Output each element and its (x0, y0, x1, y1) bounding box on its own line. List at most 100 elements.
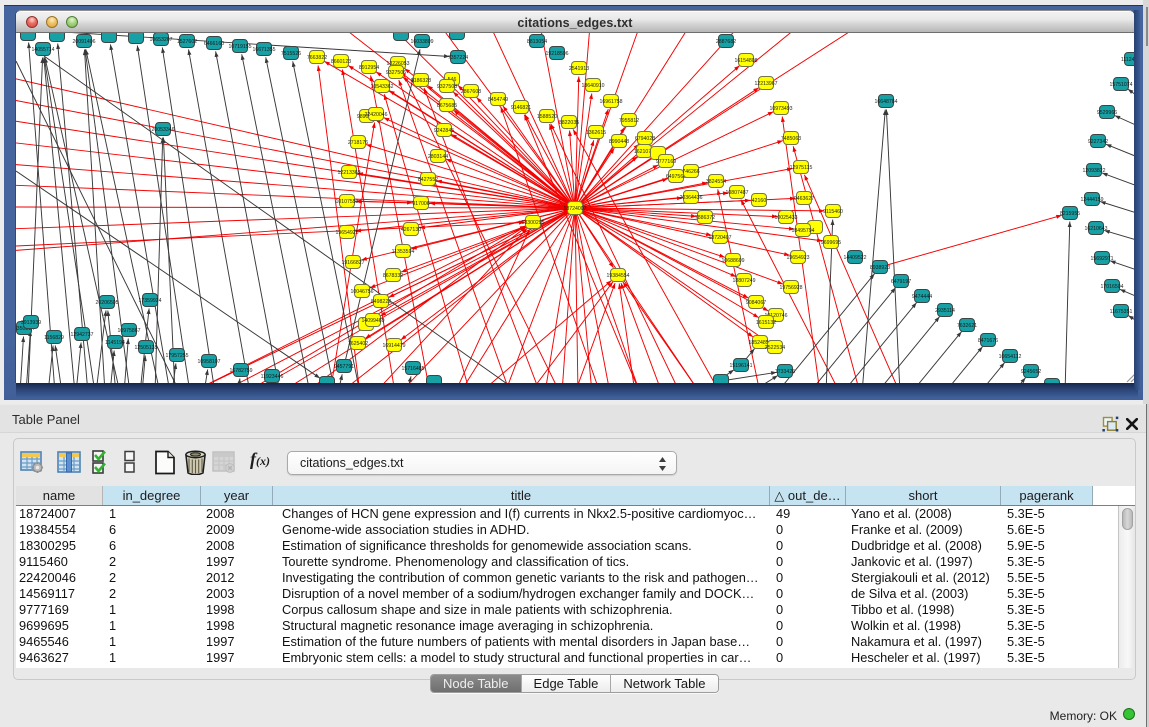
graph-edge-black[interactable] (945, 347, 983, 383)
cell-in_degree[interactable]: 2 (109, 586, 116, 602)
select-rows-icon[interactable] (92, 450, 113, 474)
table-selector-combobox[interactable]: citations_edges.txt (287, 451, 677, 475)
graph-node[interactable]: 9327508 (437, 80, 457, 93)
graph-edge-red[interactable] (575, 283, 615, 383)
graph-edge-red[interactable] (575, 33, 800, 208)
cell-title[interactable]: Tourette syndrome. Phenomenology and cla… (282, 554, 629, 570)
graph-node[interactable]: 8186328 (411, 74, 431, 87)
cell-name[interactable]: 18300295 (19, 538, 76, 554)
column-header-year[interactable]: year (201, 486, 273, 505)
graph-node[interactable]: 12093822 (1082, 164, 1105, 177)
graph-edge-black[interactable] (1065, 222, 1070, 384)
graph-node[interactable]: 9084067 (746, 296, 766, 309)
graph-node[interactable]: 12505135 (134, 341, 157, 354)
graph-edge-black[interactable] (76, 343, 81, 384)
graph-node[interactable]: 12942737 (70, 328, 93, 341)
graph-edge-black[interactable] (216, 51, 280, 383)
graph-edge-red[interactable] (621, 283, 662, 383)
cell-short[interactable]: Wolkin et al. (1998) (851, 618, 961, 634)
graph-edge-black[interactable] (20, 337, 24, 384)
network-graph[interactable]: 1872400718300295193845547663822866012389… (16, 33, 1134, 383)
cell-title[interactable]: Estimation of the future numbers of pati… (282, 634, 750, 650)
graph-node[interactable]: 12975115 (790, 161, 813, 174)
cell-out_de[interactable]: 0 (776, 586, 783, 602)
cell-name[interactable]: 9699695 (19, 618, 69, 634)
graph-edge-red[interactable] (366, 145, 575, 209)
cell-name[interactable]: 9465546 (19, 634, 69, 650)
graph-node[interactable]: 1733426 (775, 365, 795, 378)
graph-node[interactable]: 2718176 (348, 136, 368, 149)
graph-node[interactable]: 2887682 (716, 35, 736, 48)
graph-node[interactable]: 9227342 (1088, 135, 1108, 148)
graph-node[interactable]: 19384554 (606, 269, 629, 282)
graph-node[interactable]: 10688609 (721, 254, 744, 267)
graph-node[interactable]: 10654112 (999, 350, 1022, 363)
table-settings-icon[interactable] (20, 450, 44, 474)
graph-node[interactable]: 3913939 (21, 316, 41, 329)
cell-year[interactable]: 2008 (206, 538, 234, 554)
graph-node[interactable]: 1615132 (756, 316, 776, 329)
graph-node[interactable]: 19654923 (786, 251, 809, 264)
cell-short[interactable]: Tibbo et al. (1998) (851, 602, 954, 618)
graph-node[interactable]: 8822035 (559, 116, 579, 129)
graph-node[interactable]: 20091406 (72, 35, 95, 48)
graph-edge-black[interactable] (721, 372, 777, 381)
graph-node[interactable]: 8938923 (870, 261, 890, 274)
graph-node[interactable]: 10973493 (769, 102, 792, 115)
graph-node[interactable]: 2803144 (428, 150, 448, 163)
graph-node[interactable]: 10719155 (228, 40, 251, 53)
cell-short[interactable]: Jankovic et al. (1997) (851, 554, 973, 570)
column-settings-icon[interactable] (57, 450, 82, 474)
graph-node[interactable]: 16033809 (410, 35, 433, 48)
cell-year[interactable]: 2009 (206, 522, 234, 538)
column-header-name[interactable]: name (16, 486, 103, 505)
table-vertical-scrollbar[interactable] (1118, 506, 1135, 668)
graph-node[interactable]: 1145194 (105, 336, 125, 349)
graph-node[interactable] (1045, 379, 1060, 384)
graph-node[interactable]: 10107553 (335, 195, 358, 208)
graph-node[interactable]: 16961758 (599, 95, 622, 108)
graph-node[interactable]: 3824554 (706, 175, 726, 188)
graph-node[interactable]: 2541913 (569, 62, 589, 75)
graph-node[interactable] (102, 33, 117, 43)
cell-out_de[interactable]: 0 (776, 522, 783, 538)
graph-edge-red[interactable] (16, 208, 575, 251)
cell-short[interactable]: Nakamura et al. (1997) (851, 634, 982, 650)
delete-table-icon[interactable] (184, 450, 207, 475)
graph-node[interactable]: 10958107 (197, 355, 220, 368)
graph-node[interactable]: 9474444 (912, 290, 932, 303)
graph-node[interactable]: 9699695 (821, 236, 841, 249)
window-title-bar[interactable]: citations_edges.txt (16, 10, 1134, 33)
cell-pagerank[interactable]: 5.6E-5 (1007, 522, 1045, 538)
graph-node[interactable]: 10653267 (149, 33, 172, 46)
cell-year[interactable]: 1997 (206, 650, 234, 666)
cell-short[interactable]: de Silva et al. (2003) (851, 586, 968, 602)
cell-in_degree[interactable]: 6 (109, 538, 116, 554)
cell-name[interactable]: 22420046 (19, 570, 76, 586)
cell-pagerank[interactable]: 5.3E-5 (1007, 554, 1045, 570)
cell-pagerank[interactable]: 5.3E-5 (1007, 602, 1045, 618)
graph-edge-red[interactable] (16, 142, 575, 208)
cell-title[interactable]: Disruption of a novel member of a sodium… (282, 586, 754, 602)
cell-name[interactable]: 14569117 (19, 586, 75, 602)
graph-node[interactable]: 10025433 (774, 211, 797, 224)
graph-node[interactable]: 16210643 (1084, 222, 1107, 235)
cell-year[interactable]: 2003 (206, 586, 234, 602)
cell-out_de[interactable]: 0 (776, 602, 783, 618)
cell-out_de[interactable]: 49 (776, 506, 790, 522)
graph-node[interactable] (394, 33, 409, 41)
scrollbar-thumb[interactable] (1122, 508, 1133, 530)
graph-node[interactable]: 6466160 (204, 37, 224, 50)
graph-node[interactable]: 12444159 (1080, 193, 1103, 206)
graph-node[interactable]: 7886372 (695, 211, 715, 224)
cell-title[interactable]: Corpus callosum shape and size in male p… (282, 602, 673, 618)
graph-node[interactable]: 8215955 (1060, 207, 1080, 220)
cell-in_degree[interactable]: 2 (109, 554, 116, 570)
graph-node[interactable]: 8471676 (978, 334, 998, 347)
function-builder-icon[interactable]: f(x) (250, 449, 270, 470)
tab-network-table[interactable]: Network Table (611, 675, 717, 692)
cell-in_degree[interactable]: 1 (109, 650, 116, 666)
cell-year[interactable]: 1997 (206, 634, 234, 650)
graph-node[interactable]: 8454749 (488, 93, 508, 106)
tab-node-table[interactable]: Node Table (431, 675, 522, 692)
